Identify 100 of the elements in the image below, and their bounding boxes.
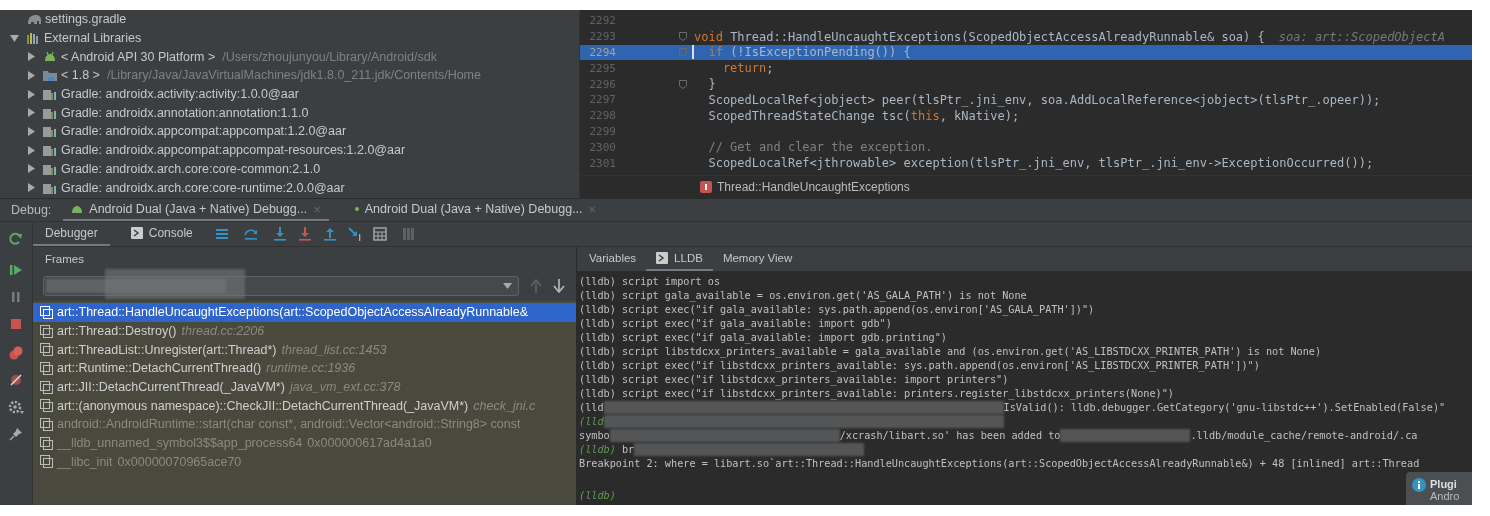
panel-tab[interactable]: Variables	[579, 247, 647, 271]
frame-icon	[40, 417, 53, 431]
tree-item-label[interactable]: settings.gradle	[45, 12, 127, 27]
step-over-icon[interactable]	[242, 226, 259, 242]
frame-icon	[40, 305, 53, 319]
frame-icon	[40, 380, 53, 394]
frame-icon	[40, 343, 53, 357]
session-tab[interactable]: Android Dual (Java + Native) Debugg... ×	[346, 199, 605, 221]
tree-item-label[interactable]: Gradle: androidx.arch.core:core-runtime:2.0.0@aar	[61, 180, 345, 195]
step-into-icon[interactable]	[271, 226, 288, 242]
frame-icon	[40, 436, 53, 450]
settings-icon[interactable]	[8, 398, 24, 415]
code-text: ScopedLocalRef<jobject> peer(tlsPtr_.jni_env, soa.AddLocalReference<jobject>(tlsPtr_.opeer));	[707, 92, 1381, 107]
tree-item-label[interactable]: External Libraries	[44, 31, 142, 46]
frame-item[interactable]: art::JII::DetachCurrentThread(_JavaVM*) java_vm_ext.cc:378	[33, 377, 576, 397]
expand-arrow-icon[interactable]	[27, 52, 36, 62]
frame-name: art::Thread::HandleUncaughtExceptions(art::ScopedObjectAccessAlreadyRunnable&	[57, 305, 529, 320]
frame-item[interactable]: art::ThreadList::Unregister(art::Thread*) thread_list.cc:1453	[33, 340, 576, 360]
frame-name: art::(anonymous namespace)::CheckJII::DetachCurrentThread(_JavaVM*)	[57, 398, 469, 413]
frame-icon	[40, 455, 53, 469]
library-icon	[42, 143, 58, 158]
expand-arrow-icon[interactable]	[27, 145, 36, 155]
breakpoints-icon[interactable]	[8, 344, 24, 361]
console-text: (lldb) script exec("if libstdcxx_printers_available: import printers")	[579, 373, 1009, 385]
code-text: ScopedLocalRef<jthrowable> exception(tlsPtr_.jni_env, tlsPtr_.jni_env->ExceptionOccurred());	[707, 156, 1374, 171]
mute-breakpoints-icon[interactable]	[8, 371, 24, 388]
frame-item[interactable]: art::(anonymous namespace)::CheckJII::DetachCurrentThread(_JavaVM*) check_jni.c	[33, 396, 576, 416]
elephant-icon	[26, 12, 42, 27]
tree-item-label[interactable]: < Android API 30 Platform >	[61, 49, 216, 64]
folder-icon	[42, 68, 58, 83]
frame-item[interactable]: art::Thread::Destroy() thread.cc:2206	[33, 321, 576, 341]
code-text: if (!IsExceptionPending()) {	[707, 45, 911, 60]
tree-item-label[interactable]: Gradle: androidx.annotation:annotation:1.1.0	[61, 105, 309, 120]
step-out-icon[interactable]	[321, 226, 338, 242]
fold-marker-icon[interactable]	[679, 48, 687, 57]
tree-item-label[interactable]: Gradle: androidx.arch.core:core-common:2.1.0	[61, 161, 321, 176]
console-text: (lldb) script exec("if libstdcxx_printers_available: sys.path.append(os.environ['AS_LIBSTDCXX_PRINTER_PATH'])")	[579, 359, 1260, 371]
frame-location: runtime.cc:1936	[266, 361, 356, 376]
function-icon	[700, 181, 712, 193]
console-text: (lldb) script exec("if gala_available: import gdb.printing")	[579, 331, 947, 343]
session-tab[interactable]: Android Dual (Java + Native) Debugg... ×	[63, 199, 329, 221]
console-text: (lldb) script import os	[579, 275, 721, 287]
tab-label: Android Dual (Java + Native) Debugg...	[89, 202, 308, 216]
line-number: 2292	[588, 14, 616, 28]
frame-item[interactable]: art::Runtime::DetachCurrentThread() runtime.cc:1936	[33, 359, 576, 378]
dot-icon	[354, 207, 359, 211]
expand-arrow-icon[interactable]	[10, 33, 19, 43]
tree-item-label[interactable]: < 1.8 >	[61, 68, 100, 83]
path-text: /Library/Java/JavaVirtualMachines/jdk1.8.0_211.jdk/Contents/Home	[106, 68, 481, 83]
console-icon	[656, 252, 669, 264]
pin-icon[interactable]	[8, 425, 24, 442]
frame-location: 0x000000617ad4a1a0	[307, 436, 432, 451]
arrow-down-icon[interactable]	[553, 279, 565, 293]
console-text: (lldb) script exec("if libstdcxx_printers_available: printers.register_libstdcxx_printers(None)")	[579, 387, 1174, 399]
rerun-icon[interactable]	[8, 230, 24, 247]
toolbar-tab[interactable]: Debugger	[33, 222, 110, 246]
tree-item-label[interactable]: Gradle: androidx.appcompat:appcompat-resources:1.2.0@aar	[61, 143, 406, 158]
line-number: 2295	[588, 61, 616, 75]
force-step-into-icon[interactable]	[296, 226, 313, 242]
fold-marker-icon[interactable]	[679, 32, 687, 42]
panel-tab[interactable]: LLDB	[646, 247, 713, 271]
expand-arrow-icon[interactable]	[27, 126, 36, 136]
panel-title: Debug:	[10, 203, 53, 217]
tab-label: Android Dual (Java + Native) Debugg...	[364, 202, 583, 216]
info-icon	[1412, 478, 1426, 492]
console-text: (lldb) script exec("if gala_available: import gdb")	[579, 317, 892, 329]
frame-name: __libc_init	[57, 454, 113, 469]
expand-arrow-icon[interactable]	[27, 183, 36, 193]
frame-icon	[40, 324, 53, 338]
list-icon[interactable]	[213, 226, 230, 242]
frame-icon	[40, 361, 53, 375]
line-number: 2300	[588, 140, 616, 154]
prompt-text: (lld	[579, 415, 604, 427]
tree-item-label[interactable]: Gradle: androidx.appcompat:appcompat:1.2.0@aar	[61, 124, 347, 139]
prompt-text: (lldb)	[579, 443, 616, 455]
calculator-icon[interactable]	[371, 226, 388, 242]
notification-text: Andro	[1430, 490, 1460, 502]
run-to-cursor-icon[interactable]	[346, 226, 363, 242]
inline-hint: soa: art::ScopedObjectA	[1278, 29, 1445, 44]
toolbar-tab[interactable]: Console	[118, 222, 205, 246]
expand-arrow-icon[interactable]	[27, 70, 36, 80]
frame-location: 0x00000070965ace70	[117, 454, 242, 469]
console-text: (lldb) script exec("if gala_available: sys.path.append(os.environ['AS_GALA_PATH'])")	[579, 303, 1095, 315]
panel-tab[interactable]: Memory View	[712, 247, 803, 271]
tree-item-label[interactable]: Gradle: androidx.activity:activity:1.0.0@aar	[61, 87, 299, 102]
expand-arrow-icon[interactable]	[27, 89, 36, 99]
frame-item[interactable]: art::Thread::HandleUncaughtExceptions(art::ScopedObjectAccessAlreadyRunnable&	[33, 303, 576, 322]
library-icon	[25, 31, 41, 46]
expand-arrow-icon[interactable]	[27, 164, 36, 174]
expand-arrow-icon[interactable]	[27, 108, 36, 118]
breadcrumb-item[interactable]: Thread::HandleUncaughtExceptions	[717, 180, 910, 194]
frame-location: java_vm_ext.cc:378	[289, 380, 401, 395]
frame-location: thread_list.cc:1453	[281, 342, 387, 357]
fold-marker-icon[interactable]	[679, 79, 687, 89]
line-number: 2294	[588, 46, 616, 59]
frame-name: art::JII::DetachCurrentThread(_JavaVM*)	[57, 380, 285, 395]
line-number: 2293	[588, 30, 616, 44]
path-text: /Users/zhoujunyou/Library/Android/sdk	[222, 49, 437, 64]
line-number: 2297	[588, 93, 616, 107]
notification-title: Plugi	[1430, 478, 1458, 490]
